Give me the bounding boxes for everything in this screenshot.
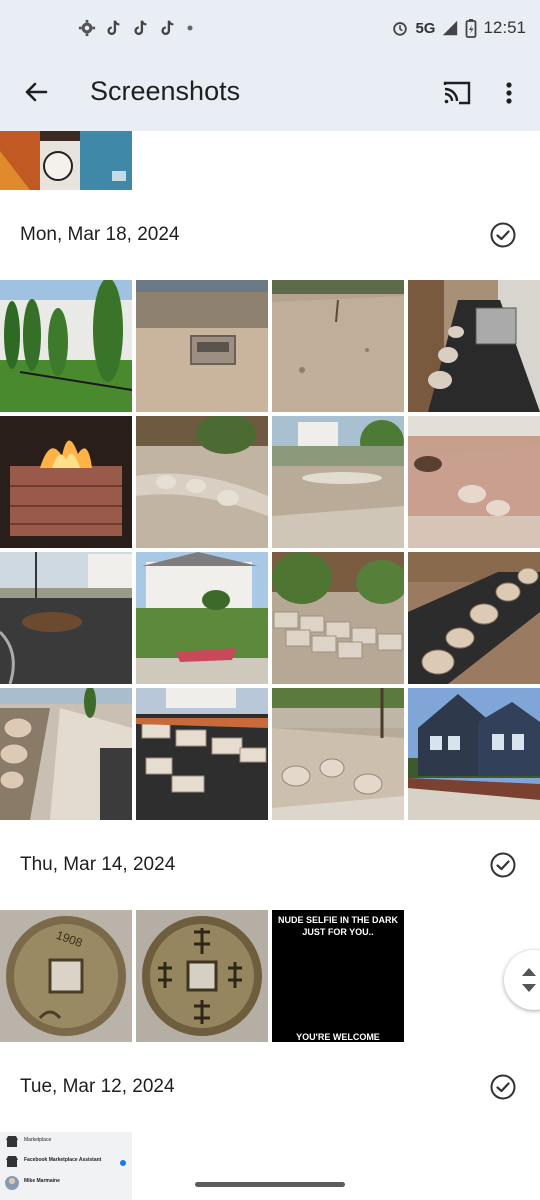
photo-thumbnail[interactable] bbox=[272, 552, 404, 684]
thumbnail-image bbox=[136, 910, 268, 1042]
thumbnail-image bbox=[408, 280, 540, 412]
fb-row-text: Mike Marmaine bbox=[24, 1178, 60, 1184]
photo-thumbnail[interactable] bbox=[0, 416, 132, 548]
photo-thumbnail[interactable] bbox=[408, 280, 540, 412]
photo-thumbnail[interactable] bbox=[408, 552, 540, 684]
tiktok-icon bbox=[161, 20, 174, 35]
thumbnail-image bbox=[272, 688, 404, 820]
photo-thumbnail[interactable] bbox=[272, 280, 404, 412]
date-header: Tue, Mar 12, 2024 bbox=[20, 1076, 175, 1097]
photo-thumbnail[interactable] bbox=[136, 416, 268, 548]
more-options-icon[interactable] bbox=[496, 76, 522, 110]
photo-thumbnail[interactable] bbox=[0, 688, 132, 820]
date-header: Mon, Mar 18, 2024 bbox=[20, 224, 180, 245]
photo-thumbnail[interactable] bbox=[0, 131, 132, 190]
thumbnail-image bbox=[408, 688, 540, 820]
page-title: Screenshots bbox=[90, 76, 241, 106]
notification-icons bbox=[78, 18, 194, 38]
fb-row-text: Facebook Marketplace Assistant bbox=[24, 1157, 102, 1163]
cast-icon[interactable] bbox=[440, 76, 474, 110]
thumbnail-image bbox=[0, 552, 132, 684]
tiktok-icon bbox=[134, 20, 147, 35]
system-status: 5G 12:51 bbox=[391, 18, 526, 38]
avatar bbox=[5, 1176, 19, 1190]
clock: 12:51 bbox=[483, 18, 526, 37]
date-header: Thu, Mar 14, 2024 bbox=[20, 854, 176, 875]
photo-thumbnail[interactable] bbox=[0, 280, 132, 412]
thumbnail-image bbox=[0, 280, 132, 412]
photo-thumbnail[interactable] bbox=[408, 416, 540, 548]
dot-icon bbox=[187, 25, 193, 31]
marketplace-store-icon bbox=[6, 1136, 18, 1147]
photo-thumbnail[interactable] bbox=[408, 688, 540, 820]
thumbnail-image bbox=[136, 552, 268, 684]
photo-thumbnail[interactable] bbox=[136, 552, 268, 684]
status-bar: 5G 12:51 bbox=[0, 0, 540, 58]
signal-icon bbox=[443, 20, 458, 36]
gear-icon bbox=[78, 19, 96, 37]
photo-thumbnail[interactable]: 1908 bbox=[0, 910, 132, 1042]
alarm-icon bbox=[393, 22, 408, 36]
thumbnail-image bbox=[272, 280, 404, 412]
marketplace-store-icon bbox=[6, 1156, 18, 1167]
unread-dot-icon bbox=[120, 1160, 126, 1166]
photo-thumbnail[interactable]: NUDE SELFIE IN THE DARK JUST FOR YOU.. Y… bbox=[272, 910, 404, 1042]
photo-thumbnail[interactable] bbox=[136, 910, 268, 1042]
photo-thumbnail[interactable]: Marketplace Facebook Marketplace Assista… bbox=[0, 1132, 132, 1200]
meme-bottom-text: YOU'RE WELCOME bbox=[296, 1032, 380, 1042]
thumbnail-image bbox=[0, 131, 132, 190]
fast-scroll-handle[interactable] bbox=[504, 950, 540, 1010]
battery-icon bbox=[466, 19, 477, 38]
fb-row-text: Marketplace bbox=[24, 1137, 52, 1143]
thumbnail-image bbox=[272, 552, 404, 684]
thumbnail-image bbox=[0, 688, 132, 820]
network-type: 5G bbox=[415, 19, 436, 37]
thumbnail-image bbox=[0, 416, 132, 548]
select-all-check-icon[interactable] bbox=[489, 851, 517, 879]
thumbnail-image bbox=[408, 416, 540, 548]
tiktok-icon bbox=[107, 20, 120, 35]
photo-thumbnail[interactable] bbox=[136, 688, 268, 820]
thumbnail-image bbox=[408, 552, 540, 684]
photo-thumbnail[interactable] bbox=[136, 280, 268, 412]
up-down-arrows-icon bbox=[522, 968, 536, 992]
thumbnail-image bbox=[136, 416, 268, 548]
select-all-check-icon[interactable] bbox=[489, 221, 517, 249]
photo-thumbnail[interactable] bbox=[272, 416, 404, 548]
meme-top-text: NUDE SELFIE IN THE DARK JUST FOR YOU.. bbox=[277, 915, 398, 937]
thumbnail-image bbox=[136, 688, 268, 820]
home-gesture-bar[interactable] bbox=[195, 1182, 345, 1187]
thumbnail-image bbox=[272, 416, 404, 548]
select-all-check-icon[interactable] bbox=[489, 1073, 517, 1101]
photo-thumbnail[interactable] bbox=[272, 688, 404, 820]
back-arrow-icon[interactable] bbox=[20, 76, 52, 108]
photo-thumbnail[interactable] bbox=[0, 552, 132, 684]
thumbnail-image bbox=[136, 280, 268, 412]
